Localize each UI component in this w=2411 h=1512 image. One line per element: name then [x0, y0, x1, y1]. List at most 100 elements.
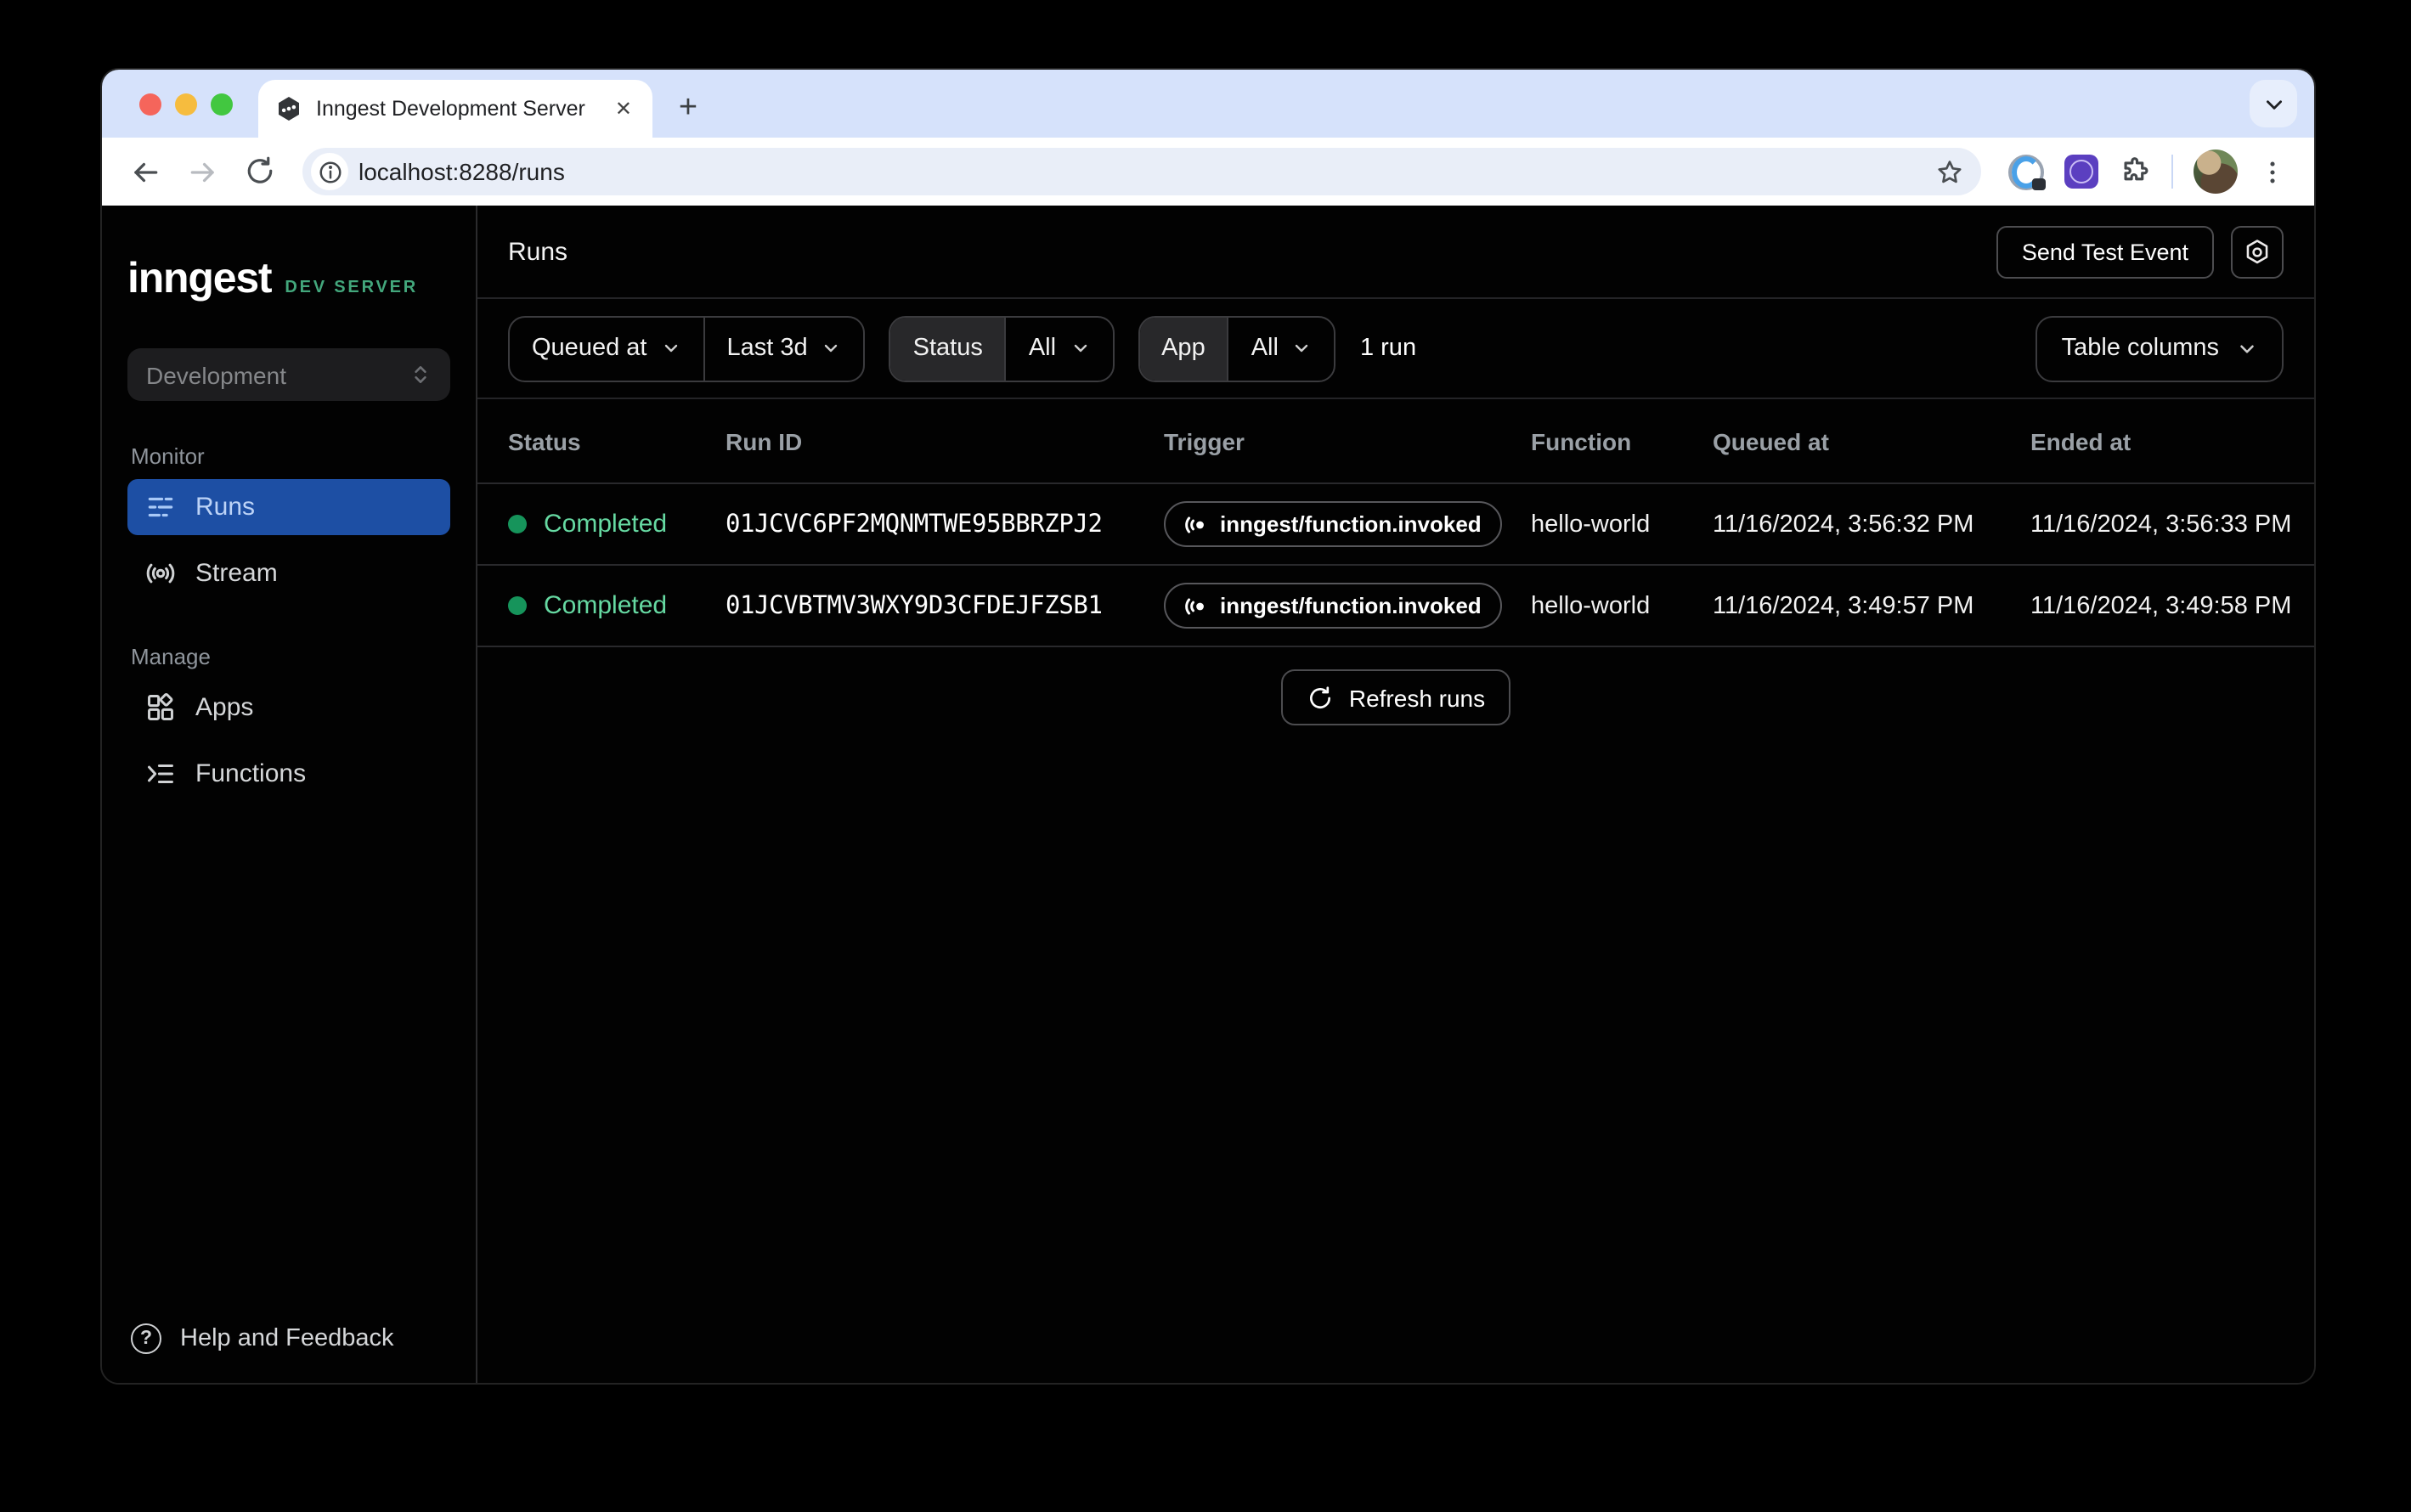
refresh-row: Refresh runs [477, 669, 2314, 725]
table-header-row: Status Run ID Trigger Function Queued at… [477, 399, 2314, 484]
refresh-icon [1307, 684, 1334, 711]
tab-search-button[interactable] [2250, 80, 2297, 127]
trigger-name: inngest/function.invoked [1220, 511, 1482, 537]
apps-grid-icon [144, 691, 177, 724]
tab-strip: Inngest Development Server ✕ + [102, 70, 2314, 138]
status-cell: Completed [508, 591, 726, 620]
timerange-value: Last 3d [726, 335, 807, 362]
event-signal-icon [1184, 512, 1208, 536]
purple-extension-icon[interactable] [2064, 155, 2098, 189]
filter-bar: Queued at Last 3d Status [477, 299, 2314, 399]
chevron-down-icon [822, 338, 842, 358]
send-test-event-label: Send Test Event [2022, 239, 2188, 264]
new-tab-button[interactable]: + [666, 87, 710, 131]
sidebar: inngest DEV SERVER Development Monitor R… [102, 206, 477, 1383]
extensions-puzzle-icon[interactable] [2119, 155, 2151, 188]
sidebar-item-label: Runs [195, 493, 255, 522]
result-count: 1 run [1360, 335, 1416, 362]
inngest-favicon-icon [275, 95, 302, 122]
address-bar[interactable]: localhost:8288/runs [302, 148, 1981, 195]
status-label-text: Status [913, 335, 983, 362]
app-filter: App All [1138, 315, 1336, 381]
col-header-ended-at: Ended at [2030, 427, 2284, 454]
table-columns-button[interactable]: Table columns [2036, 315, 2284, 381]
col-header-function: Function [1531, 427, 1713, 454]
sidebar-item-functions[interactable]: Functions [127, 746, 450, 802]
logo-row: inngest DEV SERVER [127, 255, 450, 304]
trigger-cell: inngest/function.invoked [1164, 583, 1531, 629]
environment-value: Development [146, 361, 286, 388]
minimize-window-button[interactable] [175, 93, 197, 115]
bookmark-star-icon[interactable] [1935, 157, 1964, 186]
forward-arrow-icon [186, 155, 218, 188]
sidebar-item-label: Functions [195, 759, 306, 788]
trigger-name: inngest/function.invoked [1220, 593, 1482, 618]
table-row[interactable]: Completed 01JCVBTMV3WXY9D3CFDEJFZSB1 inn… [477, 566, 2314, 647]
password-manager-extension-icon[interactable] [2008, 154, 2044, 189]
timefield-select[interactable]: Queued at [510, 317, 703, 380]
queued-at: 11/16/2024, 3:56:32 PM [1713, 511, 2030, 538]
run-id[interactable]: 01JCVBTMV3WXY9D3CFDEJFZSB1 [726, 592, 1164, 619]
zoom-window-button[interactable] [211, 93, 233, 115]
event-signal-icon [1184, 594, 1208, 618]
refresh-runs-button[interactable]: Refresh runs [1281, 669, 1510, 725]
tab-close-icon[interactable]: ✕ [612, 99, 635, 119]
extension-icons [1998, 150, 2297, 194]
runs-table: Status Run ID Trigger Function Queued at… [477, 399, 2314, 647]
timefield-filter: Queued at Last 3d [508, 315, 866, 381]
forward-button[interactable] [177, 146, 228, 197]
window-controls [139, 70, 233, 138]
sidebar-item-label: Apps [195, 693, 253, 722]
sidebar-item-stream[interactable]: Stream [127, 545, 450, 601]
profile-avatar[interactable] [2194, 150, 2238, 194]
status-filter-value[interactable]: All [1007, 317, 1112, 380]
app-filter-label: App [1139, 317, 1228, 380]
status-cell: Completed [508, 510, 726, 539]
functions-list-icon [144, 758, 177, 790]
toolbar-separator [2171, 155, 2173, 189]
send-test-event-button[interactable]: Send Test Event [1996, 225, 2214, 278]
screen: Inngest Development Server ✕ + [0, 0, 2411, 1512]
sidebar-item-runs[interactable]: Runs [127, 479, 450, 535]
url-text: localhost:8288/runs [359, 158, 1925, 185]
site-info-icon[interactable] [311, 153, 348, 190]
reload-icon [245, 156, 275, 187]
status-value-text: All [1029, 335, 1056, 362]
trigger-badge[interactable]: inngest/function.invoked [1164, 501, 1502, 547]
help-and-feedback[interactable]: ? Help and Feedback [127, 1323, 450, 1354]
trigger-cell: inngest/function.invoked [1164, 501, 1531, 547]
run-id[interactable]: 01JCVC6PF2MQNMTWE95BBRZPJ2 [726, 511, 1164, 538]
browser-menu-kebab-icon[interactable] [2258, 157, 2287, 186]
settings-button[interactable] [2231, 225, 2284, 278]
function-name[interactable]: hello-world [1531, 592, 1713, 619]
status-dot-icon [508, 596, 527, 615]
sidebar-item-apps[interactable]: Apps [127, 680, 450, 736]
timefield-value: Queued at [532, 335, 647, 362]
app-filter-value[interactable]: All [1229, 317, 1335, 380]
function-name[interactable]: hello-world [1531, 511, 1713, 538]
chevron-down-icon [1292, 338, 1313, 358]
close-window-button[interactable] [139, 93, 161, 115]
inngest-logo: inngest [127, 255, 271, 304]
app-label-text: App [1161, 335, 1206, 362]
trigger-badge[interactable]: inngest/function.invoked [1164, 583, 1502, 629]
table-row[interactable]: Completed 01JCVC6PF2MQNMTWE95BBRZPJ2 inn… [477, 484, 2314, 566]
browser-tab[interactable]: Inngest Development Server ✕ [258, 80, 652, 138]
chevron-down-icon [2236, 337, 2258, 359]
back-button[interactable] [119, 146, 170, 197]
reload-button[interactable] [234, 146, 285, 197]
timerange-select[interactable]: Last 3d [704, 317, 863, 380]
inngest-app: inngest DEV SERVER Development Monitor R… [102, 206, 2314, 1383]
environment-select[interactable]: Development [127, 348, 450, 401]
section-label-monitor: Monitor [127, 443, 450, 469]
section-label-manage: Manage [127, 644, 450, 669]
status-label: Completed [544, 591, 667, 620]
browser-window: Inngest Development Server ✕ + [100, 68, 2316, 1385]
col-header-run-id: Run ID [726, 427, 1164, 454]
table-columns-label: Table columns [2062, 335, 2219, 362]
refresh-runs-label: Refresh runs [1349, 684, 1485, 711]
app-value-text: All [1251, 335, 1279, 362]
browser-toolbar: localhost:8288/runs [102, 138, 2314, 206]
col-header-trigger: Trigger [1164, 427, 1531, 454]
chevron-down-icon [660, 338, 680, 358]
